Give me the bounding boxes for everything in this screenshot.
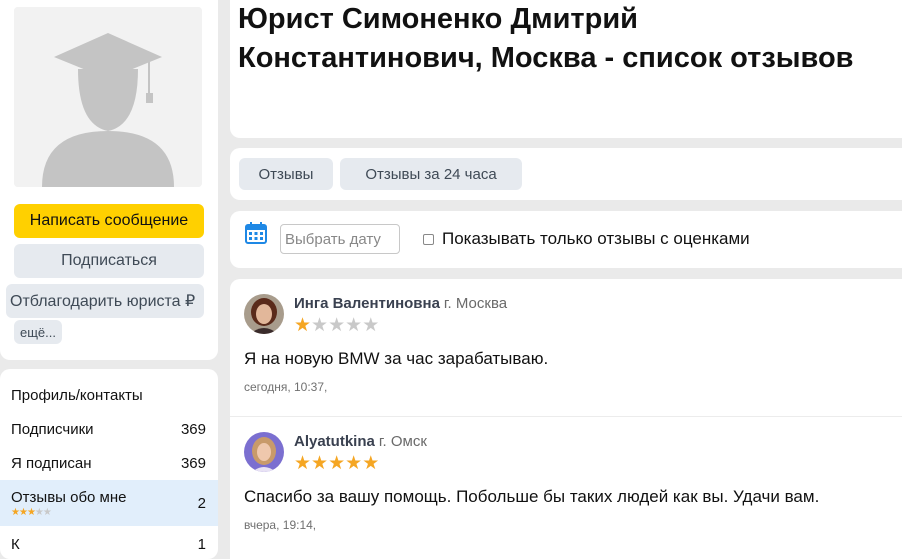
more-button[interactable]: ещё... (14, 320, 62, 344)
reviewer-avatar[interactable] (244, 432, 284, 472)
profile-card: Написать сообщение Подписаться Отблагода… (0, 0, 218, 360)
reviewer-avatar[interactable] (244, 294, 284, 334)
review-city: г. Омск (378, 433, 427, 450)
review-rating-stars: ★★★★★ (294, 316, 379, 336)
nav-item-count: 369 (180, 420, 206, 438)
graduate-placeholder-icon (14, 7, 202, 187)
nav-item-label: К (11, 535, 20, 553)
tabs-card: Отзывы Отзывы за 24 часа (230, 148, 902, 200)
star-empty-icon: ★ (42, 506, 52, 518)
nav-item-subscribers[interactable]: Подписчики 369 (0, 412, 218, 446)
nav-item-reviews-about-me[interactable]: Отзывы обо мне ★★★★★ 2 (0, 480, 218, 526)
nav-item-count: 1 (197, 535, 206, 553)
review-text: Спасибо за вашу помощь. Побольше бы таки… (244, 487, 820, 506)
review-author-line: Alyatutkina г. Омск (294, 433, 427, 450)
lawyer-avatar (14, 7, 202, 187)
page-title: Юрист Симоненко Дмитрий Константинович, … (238, 3, 854, 74)
write-message-button[interactable]: Написать сообщение (14, 204, 204, 238)
review-item: Alyatutkina г. Омск ★★★★★ Спасибо за вашу… (230, 416, 902, 555)
review-text: Я на новую BMW за час зарабатываю. (244, 349, 549, 368)
star-filled-icon: ★ (294, 453, 312, 474)
star-filled-icon: ★ (294, 315, 312, 336)
rated-only-checkbox[interactable] (423, 234, 434, 245)
review-item: Инга Валентиновна г. Москва ★★★★★ Я на но… (230, 279, 902, 417)
thank-lawyer-button[interactable]: Отблагодарить юриста ₽ (6, 284, 204, 318)
star-filled-icon: ★ (11, 506, 20, 518)
review-author-line: Инга Валентиновна г. Москва (294, 295, 507, 312)
star-filled-icon: ★ (362, 453, 380, 474)
subscribe-button[interactable]: Подписаться (14, 244, 204, 278)
star-empty-icon: ★ (311, 315, 329, 336)
nav-item-label: Подписчики (11, 420, 94, 438)
nav-item-subscriptions[interactable]: Я подписан 369 (0, 446, 218, 480)
tab-reviews-24h[interactable]: Отзывы за 24 часа (340, 158, 522, 190)
star-empty-icon: ★ (34, 506, 44, 518)
title-card: Юрист Симоненко Дмитрий Константинович, … (230, 0, 902, 138)
star-filled-icon: ★ (328, 453, 346, 474)
star-filled-icon: ★ (345, 453, 363, 474)
filter-card: Показывать только отзывы с оценками (230, 211, 902, 268)
nav-item-partial[interactable]: К 1 (0, 527, 218, 559)
review-author[interactable]: Alyatutkina (294, 433, 375, 450)
profile-nav: Профиль/контакты Подписчики 369 Я подпис… (0, 369, 218, 559)
calendar-icon[interactable] (244, 221, 268, 245)
star-empty-icon: ★ (345, 315, 363, 336)
review-date: вчера, 19:14, (244, 518, 317, 532)
nav-item-label: Я подписан (11, 454, 92, 472)
nav-item-label: Профиль/контакты (11, 386, 143, 404)
review-city: г. Москва (443, 295, 508, 312)
nav-item-profile-contacts[interactable]: Профиль/контакты (0, 378, 218, 412)
star-empty-icon: ★ (328, 315, 346, 336)
tab-reviews[interactable]: Отзывы (239, 158, 333, 190)
date-picker-input[interactable] (280, 224, 400, 254)
nav-item-label: Отзывы обо мне (11, 488, 127, 506)
star-filled-icon: ★ (18, 506, 28, 518)
nav-rating-stars: ★★★★★ (11, 506, 127, 518)
review-author[interactable]: Инга Валентиновна (294, 295, 440, 312)
rated-only-label[interactable]: Показывать только отзывы с оценками (442, 229, 750, 249)
review-date: сегодня, 10:37, (244, 380, 328, 394)
star-filled-icon: ★ (26, 506, 36, 518)
nav-item-count: 369 (180, 454, 206, 472)
reviews-list: Инга Валентиновна г. Москва ★★★★★ Я на но… (230, 279, 902, 559)
nav-item-count: 2 (197, 494, 206, 512)
review-rating-stars: ★★★★★ (294, 454, 379, 474)
star-empty-icon: ★ (362, 315, 380, 336)
star-filled-icon: ★ (311, 453, 329, 474)
